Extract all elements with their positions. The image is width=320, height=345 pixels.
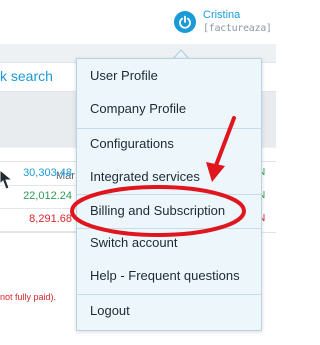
payment-note: not fully paid). [0,292,57,302]
user-dropdown-menu: User Profile Company Profile Configurati… [76,58,262,331]
menu-item-switch-account[interactable]: Switch account [77,227,261,259]
menu-item-integrated-services[interactable]: Integrated services [77,161,261,193]
menu-item-company-profile[interactable]: Company Profile [77,93,261,125]
amount-cell: 8,291.68 [29,213,72,225]
user-company[interactable]: [factureaza] [203,23,272,35]
top-header: Cristina [factureaza] [0,0,276,44]
amount-cell: 30,303.48 [23,167,72,179]
menu-item-help[interactable]: Help - Frequent questions [77,260,261,292]
amount-cell: 22,012.24 [23,190,72,202]
menu-item-user-profile[interactable]: User Profile [77,60,261,92]
table-row[interactable]: 8,291.68 [0,209,80,232]
user-avatar[interactable] [174,11,196,33]
mouse-cursor-icon [0,169,14,190]
user-name[interactable]: Cristina [203,9,240,22]
menu-item-configurations[interactable]: Configurations [77,128,261,160]
menu-item-billing-subscription[interactable]: Billing and Subscription [77,195,261,227]
power-icon [179,15,191,29]
quick-search-link[interactable]: k search [0,68,53,84]
menu-item-logout[interactable]: Logout [77,295,261,327]
